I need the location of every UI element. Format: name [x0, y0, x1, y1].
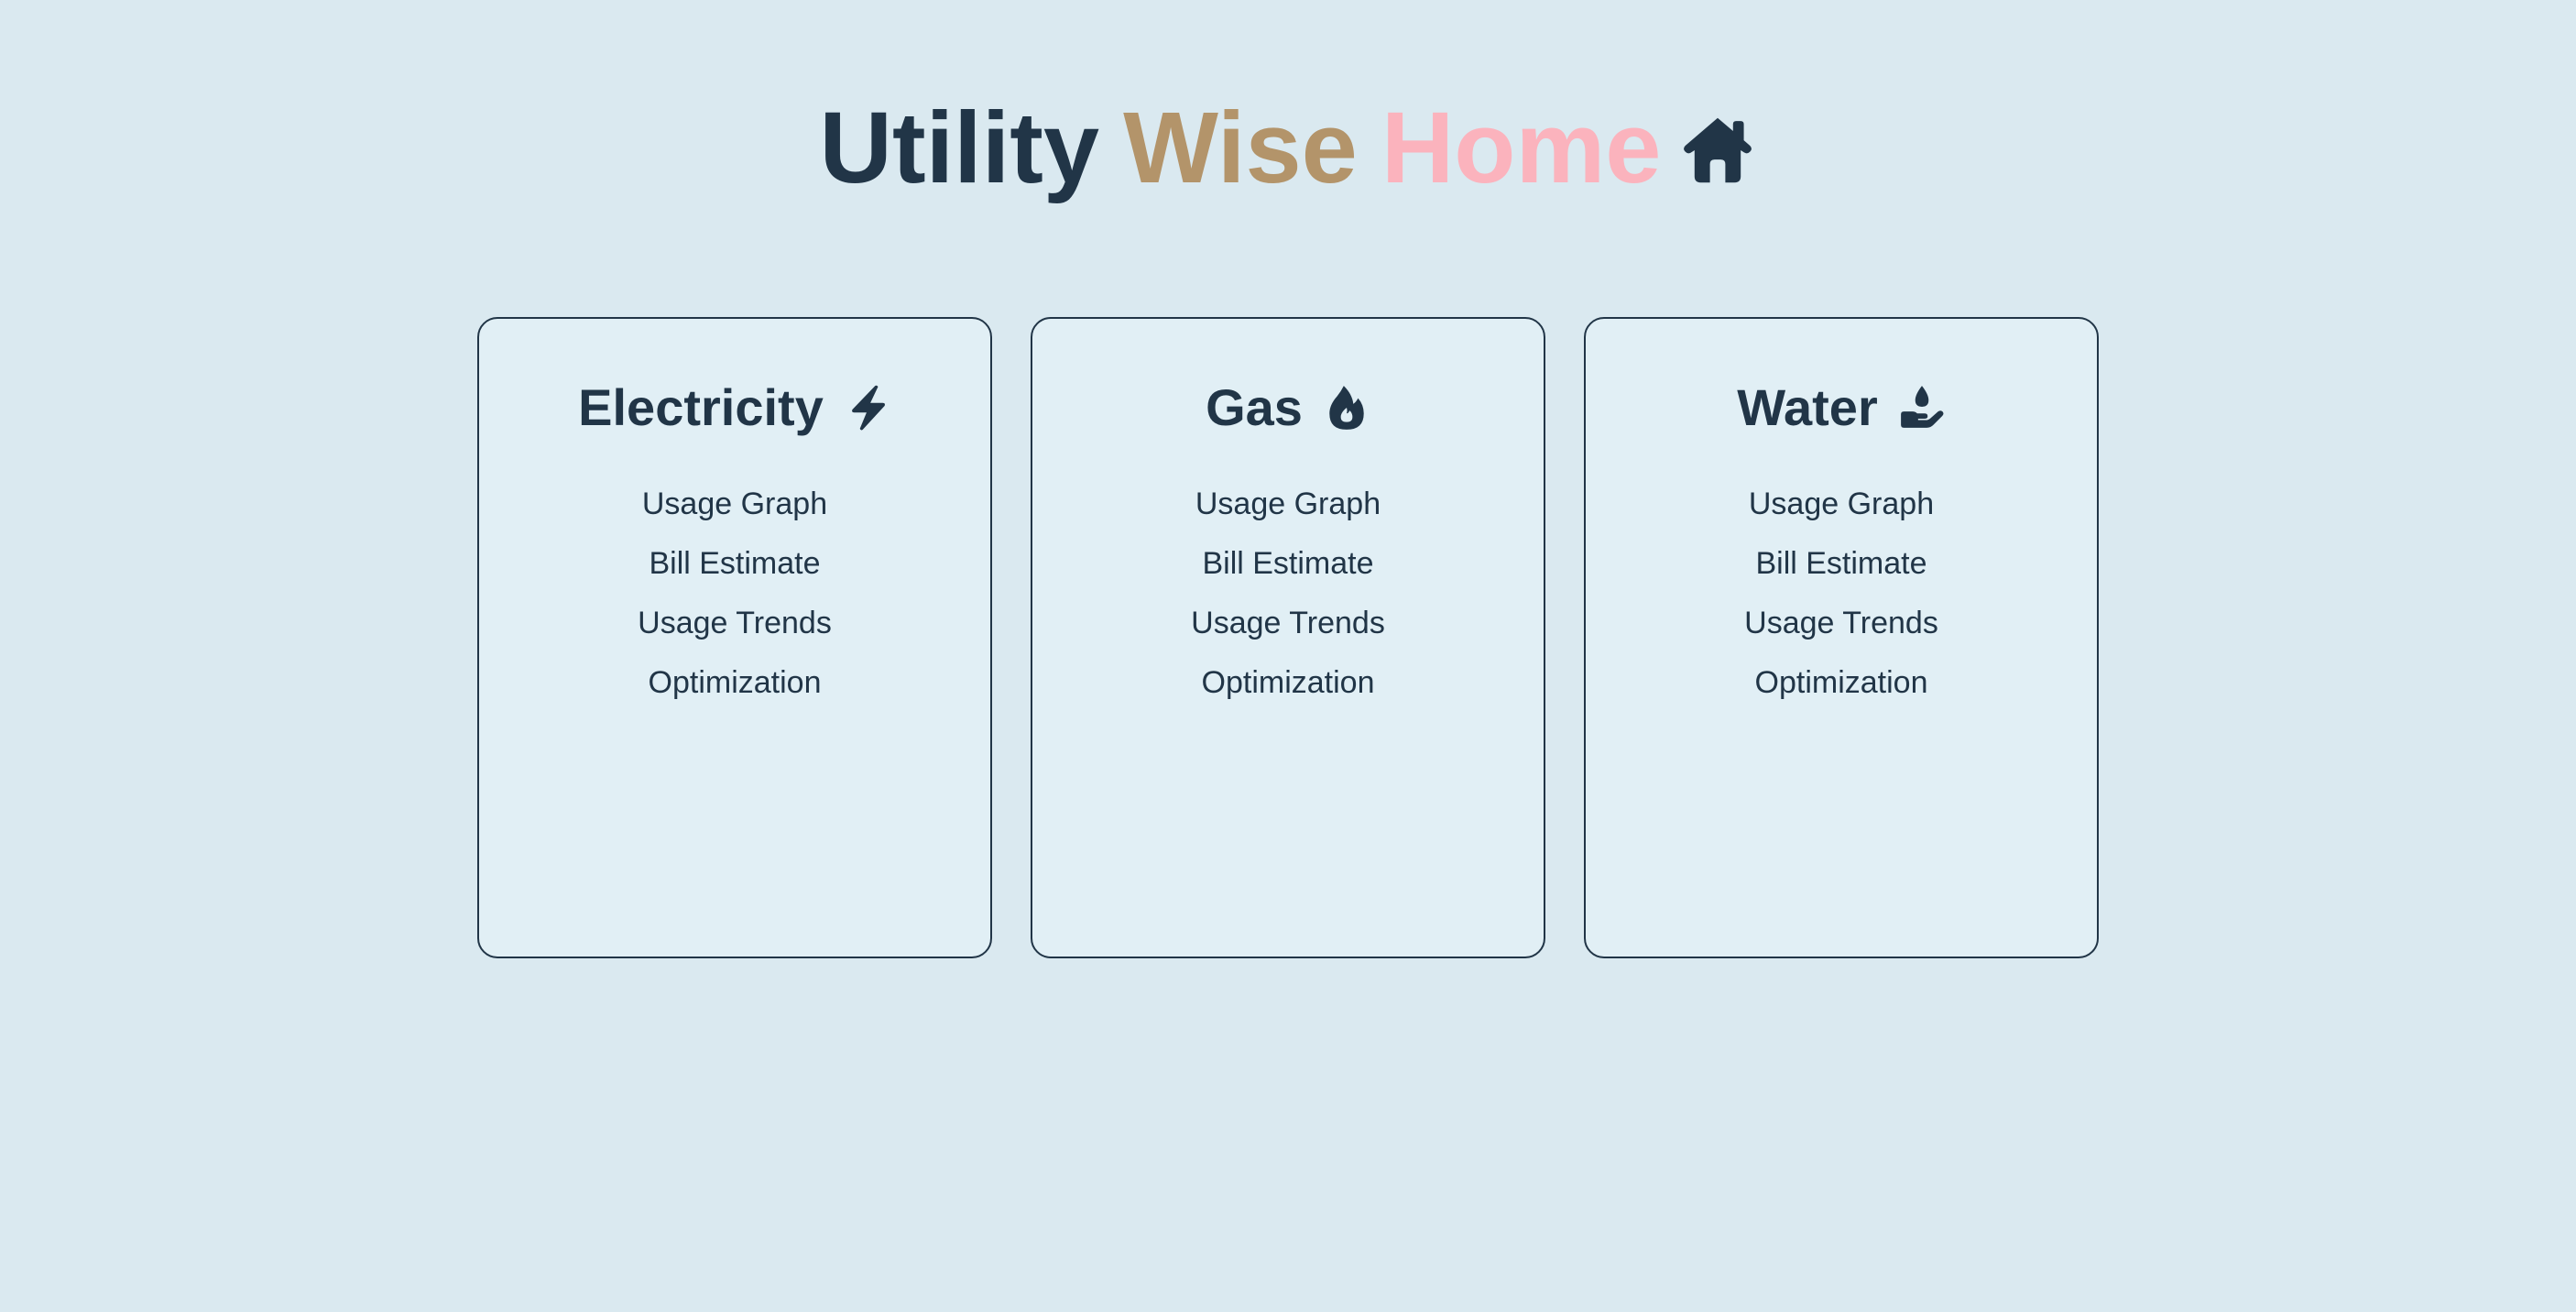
electricity-menu: Usage Graph Bill Estimate Usage Trends O… — [479, 475, 990, 713]
menu-item-usage-graph[interactable]: Usage Graph — [479, 475, 990, 534]
fire-flame-icon — [1329, 386, 1364, 430]
menu-item-bill-estimate[interactable]: Bill Estimate — [1032, 534, 1544, 594]
card-header: Gas — [1032, 376, 1544, 440]
menu-item-usage-graph[interactable]: Usage Graph — [1032, 475, 1544, 534]
house-icon — [1684, 117, 1752, 183]
gas-card: Gas Usage Graph Bill Estimate Usage Tren… — [1031, 317, 1545, 958]
title-word-home: Home — [1381, 92, 1662, 204]
title-word-wise: Wise — [1123, 92, 1358, 204]
menu-item-usage-graph[interactable]: Usage Graph — [1586, 475, 2097, 534]
card-title: Electricity — [578, 378, 824, 436]
page-title: Utility Wise Home — [820, 88, 1662, 209]
gas-menu: Usage Graph Bill Estimate Usage Trends O… — [1032, 475, 1544, 713]
menu-item-bill-estimate[interactable]: Bill Estimate — [1586, 534, 2097, 594]
card-title: Gas — [1206, 378, 1303, 436]
menu-item-usage-trends[interactable]: Usage Trends — [1586, 594, 2097, 653]
water-card: Water Usage Graph Bill Estimate Usage Tr… — [1584, 317, 2099, 958]
menu-item-bill-estimate[interactable]: Bill Estimate — [479, 534, 990, 594]
card-header: Water — [1586, 376, 2097, 440]
utility-cards: Electricity Usage Graph Bill Estimate Us… — [477, 317, 2099, 962]
card-title: Water — [1737, 378, 1878, 436]
water-menu: Usage Graph Bill Estimate Usage Trends O… — [1586, 475, 2097, 713]
menu-item-usage-trends[interactable]: Usage Trends — [479, 594, 990, 653]
menu-item-usage-trends[interactable]: Usage Trends — [1032, 594, 1544, 653]
menu-item-optimization[interactable]: Optimization — [479, 653, 990, 713]
title-word-utility: Utility — [819, 92, 1100, 204]
lightning-bolt-icon — [851, 385, 885, 431]
menu-item-optimization[interactable]: Optimization — [1032, 653, 1544, 713]
page-header: Utility Wise Home — [0, 88, 2576, 209]
card-header: Electricity — [479, 376, 990, 440]
hand-holding-droplet-icon — [1900, 386, 1944, 428]
electricity-card: Electricity Usage Graph Bill Estimate Us… — [477, 317, 992, 958]
menu-item-optimization[interactable]: Optimization — [1586, 653, 2097, 713]
